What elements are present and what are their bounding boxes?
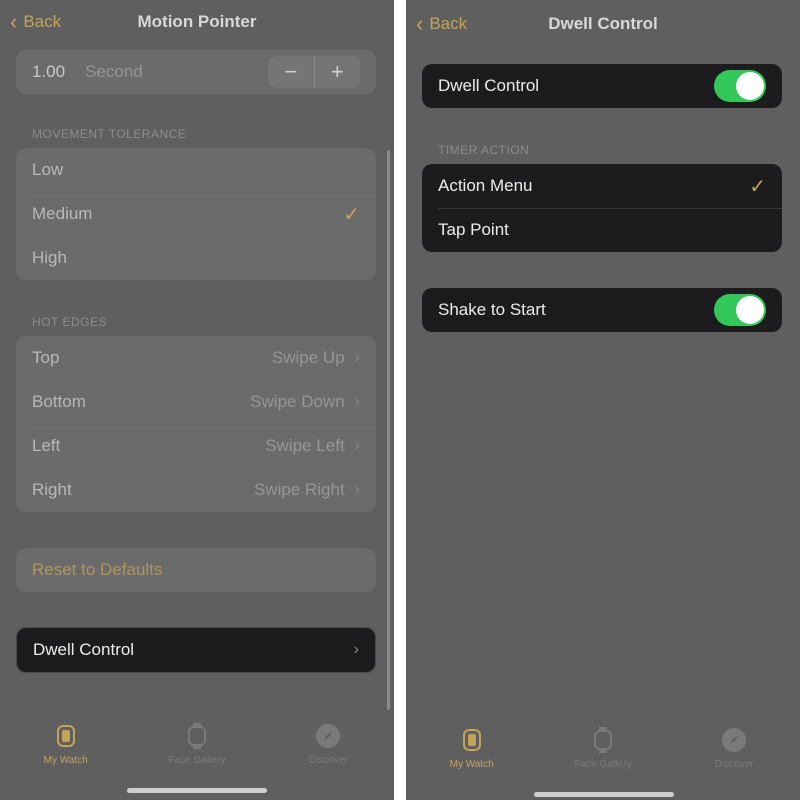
dwell-time-unit: Second: [85, 62, 143, 81]
tab-bar: My Watch Face Gallery Discover: [406, 727, 800, 770]
hot-edge-left-row[interactable]: Left Swipe Left ›: [16, 424, 376, 468]
row-label: Top: [32, 348, 60, 367]
row-label: Dwell Control: [438, 76, 540, 95]
watch-icon: [186, 723, 208, 749]
watch-face-icon: [55, 723, 77, 749]
home-indicator: [127, 788, 267, 793]
dwell-time-group: 1.00 Second − +: [16, 50, 376, 94]
watch-face-icon: [461, 727, 483, 753]
tab-my-watch[interactable]: My Watch: [417, 727, 527, 770]
row-value: Swipe Left: [265, 436, 345, 455]
timer-option-tap-point[interactable]: Tap Point: [422, 208, 782, 252]
option-label: Tap Point: [438, 220, 509, 239]
option-label: Medium: [32, 204, 93, 223]
checkmark-icon: ✓: [749, 175, 766, 198]
hot-edges-header: HOT EDGES: [32, 315, 107, 329]
tab-label: Discover: [308, 755, 348, 766]
tab-bar: My Watch Face Gallery Discover: [0, 723, 394, 766]
tolerance-option-high[interactable]: High: [16, 236, 376, 280]
hot-edge-bottom-row[interactable]: Bottom Swipe Down ›: [16, 380, 376, 424]
movement-tolerance-header: MOVEMENT TOLERANCE: [32, 127, 187, 141]
tab-discover[interactable]: Discover: [679, 727, 789, 770]
dwell-time-row: 1.00 Second − +: [16, 50, 376, 94]
tolerance-option-low[interactable]: Low: [16, 148, 376, 192]
row-value: Swipe Down: [250, 392, 345, 411]
chevron-right-icon: ›: [354, 481, 360, 498]
chevron-right-icon: ›: [353, 641, 359, 658]
tab-discover[interactable]: Discover: [273, 723, 383, 766]
shake-toggle-group: Shake to Start: [422, 288, 782, 332]
row-value: Swipe Up: [271, 348, 345, 367]
tab-face-gallery[interactable]: Face Gallery: [142, 723, 252, 766]
row-value: Swipe Right: [253, 480, 345, 499]
home-indicator: [534, 792, 674, 797]
dwell-control-screen: ‹ Back Dwell Control Dwell Control TIMER…: [406, 0, 800, 800]
row-label: Shake to Start: [438, 300, 546, 319]
page-title: Motion Pointer: [137, 12, 257, 31]
tolerance-option-medium[interactable]: Medium ✓: [16, 192, 376, 236]
tab-my-watch[interactable]: My Watch: [11, 723, 121, 766]
watch-icon: [592, 727, 614, 753]
shake-to-start-row: Shake to Start: [422, 288, 782, 332]
option-label: Low: [32, 160, 64, 179]
hot-edge-top-row[interactable]: Top Swipe Up ›: [16, 336, 376, 380]
checkmark-icon: ✓: [343, 203, 360, 226]
tab-label: My Watch: [43, 755, 88, 766]
dwell-time-value: 1.00: [32, 62, 66, 81]
tab-face-gallery[interactable]: Face Gallery: [548, 727, 658, 770]
row-label: Right: [32, 480, 72, 499]
dwell-control-row: Dwell Control: [422, 64, 782, 108]
reset-to-defaults-button[interactable]: Reset to Defaults: [16, 548, 376, 592]
toggle-knob: [736, 296, 764, 324]
row-label: Left: [32, 436, 61, 455]
dwell-toggle-group: Dwell Control: [422, 64, 782, 108]
row-label: Dwell Control: [33, 640, 135, 659]
chevron-right-icon: ›: [354, 393, 360, 410]
reset-group: Reset to Defaults: [16, 548, 376, 592]
dwell-time-stepper[interactable]: − +: [268, 56, 360, 88]
dwell-control-group: Dwell Control ›: [16, 627, 376, 673]
row-label: Bottom: [32, 392, 86, 411]
increment-button[interactable]: +: [313, 56, 361, 88]
hot-edge-right-row[interactable]: Right Swipe Right ›: [16, 468, 376, 512]
compass-icon: [721, 727, 747, 753]
movement-tolerance-group: Low Medium ✓ High: [16, 148, 376, 280]
tab-label: My Watch: [449, 759, 494, 770]
timer-action-group: Action Menu ✓ Tap Point: [422, 164, 782, 252]
shake-to-start-toggle[interactable]: [714, 294, 766, 326]
page-title: Dwell Control: [548, 14, 658, 33]
tab-label: Face Gallery: [168, 755, 226, 766]
dwell-control-toggle[interactable]: [714, 70, 766, 102]
scrollbar[interactable]: [387, 150, 390, 710]
reset-label: Reset to Defaults: [32, 560, 163, 579]
toggle-knob: [736, 72, 764, 100]
motion-pointer-screen: ‹ Back Motion Pointer 1.00 Second − + MO…: [0, 0, 394, 800]
chevron-right-icon: ›: [354, 349, 360, 366]
option-label: Action Menu: [438, 176, 533, 195]
tab-label: Face Gallery: [574, 759, 632, 770]
tab-label: Discover: [714, 759, 754, 770]
hot-edges-group: Top Swipe Up › Bottom Swipe Down › Left …: [16, 336, 376, 512]
compass-icon: [315, 723, 341, 749]
chevron-right-icon: ›: [354, 437, 360, 454]
timer-option-action-menu[interactable]: Action Menu ✓: [422, 164, 782, 208]
dwell-control-row[interactable]: Dwell Control ›: [17, 628, 375, 672]
option-label: High: [32, 248, 67, 267]
timer-action-header: TIMER ACTION: [438, 143, 530, 157]
decrement-button[interactable]: −: [268, 56, 314, 88]
